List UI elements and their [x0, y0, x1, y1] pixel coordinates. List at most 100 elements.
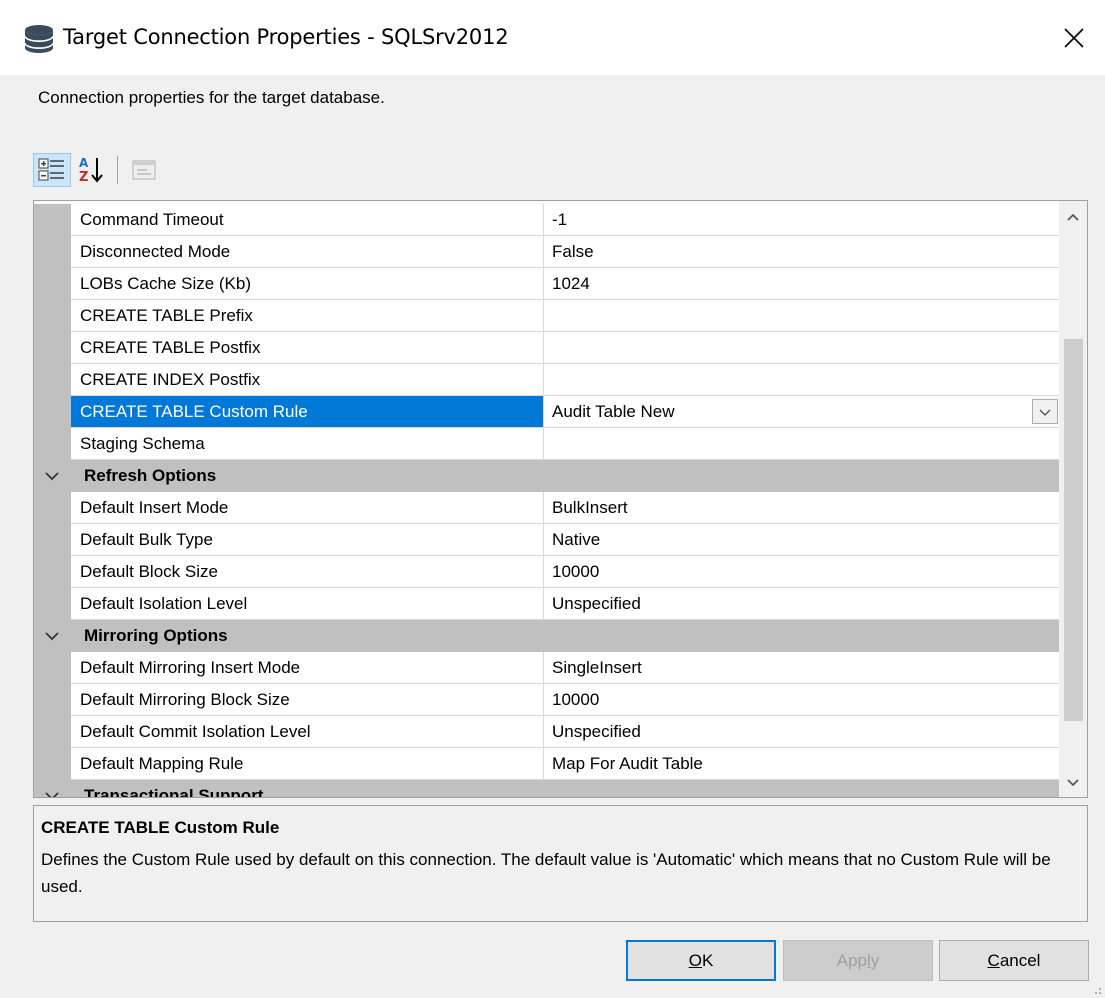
property-value[interactable]: 10000: [544, 684, 1059, 716]
property-row-default-mapping-rule[interactable]: Default Mapping Rule Map For Audit Table: [34, 748, 1059, 780]
help-description: Defines the Custom Rule used by default …: [41, 850, 1051, 896]
dialog-description: Connection properties for the target dat…: [38, 88, 385, 107]
row-gutter: [34, 268, 71, 300]
property-value[interactable]: [544, 428, 1059, 460]
property-name: Command Timeout: [71, 204, 544, 236]
ok-button[interactable]: OK: [626, 940, 776, 981]
property-value-text: Audit Table New: [552, 402, 675, 421]
property-value[interactable]: Map For Audit Table: [544, 748, 1059, 780]
property-row-default-mirroring-block-size[interactable]: Default Mirroring Block Size 10000: [34, 684, 1059, 716]
collapse-chevron-icon[interactable]: [42, 626, 62, 646]
alphabetical-button[interactable]: A Z: [71, 152, 111, 188]
scrollbar-thumb[interactable]: [1064, 339, 1083, 721]
row-gutter: [34, 236, 71, 268]
property-row-default-bulk-type[interactable]: Default Bulk Type Native: [34, 524, 1059, 556]
property-row-staging-schema[interactable]: Staging Schema: [34, 428, 1059, 460]
ok-mnemonic: O: [688, 950, 702, 970]
property-row-default-insert-mode[interactable]: Default Insert Mode BulkInsert: [34, 492, 1059, 524]
property-name: CREATE TABLE Custom Rule: [71, 396, 544, 428]
svg-text:A: A: [79, 156, 89, 170]
title-bar: Target Connection Properties - SQLSrv201…: [0, 0, 1105, 75]
property-value[interactable]: Audit Table New: [544, 396, 1059, 428]
property-value[interactable]: [544, 332, 1059, 364]
apply-label-rest: y: [870, 950, 880, 970]
cancel-button[interactable]: Cancel: [939, 940, 1089, 981]
ok-label-rest: K: [701, 950, 714, 970]
property-value[interactable]: 1024: [544, 268, 1059, 300]
apply-button[interactable]: Apply: [783, 940, 933, 981]
property-row-default-block-size[interactable]: Default Block Size 10000: [34, 556, 1059, 588]
value-dropdown-button[interactable]: [1032, 399, 1058, 424]
resize-grip-icon[interactable]: [1089, 982, 1103, 996]
category-refresh-options[interactable]: Refresh Options: [34, 460, 1059, 492]
property-name: CREATE TABLE Postfix: [71, 332, 544, 364]
cancel-label-rest: ancel: [999, 950, 1041, 970]
property-row-create-table-custom-rule[interactable]: CREATE TABLE Custom Rule Audit Table New: [34, 396, 1059, 428]
property-value[interactable]: Unspecified: [544, 716, 1059, 748]
row-gutter: [34, 396, 71, 428]
row-gutter: [34, 684, 71, 716]
row-gutter: [34, 556, 71, 588]
property-name: Default Block Size: [71, 556, 544, 588]
vertical-scrollbar[interactable]: [1059, 201, 1087, 797]
row-gutter: [34, 300, 71, 332]
chevron-down-icon: [1039, 409, 1051, 416]
property-name: CREATE TABLE Prefix: [71, 300, 544, 332]
property-row-create-index-postfix[interactable]: CREATE INDEX Postfix: [34, 364, 1059, 396]
property-name: Staging Schema: [71, 428, 544, 460]
row-gutter: [34, 524, 71, 556]
window-title: Target Connection Properties - SQLSrv201…: [63, 25, 509, 49]
category-transactional-support[interactable]: Transactional Support: [34, 780, 1059, 798]
property-value[interactable]: -1: [544, 204, 1059, 236]
help-title: CREATE TABLE Custom Rule: [41, 818, 280, 837]
chevron-down-icon: [1067, 779, 1079, 787]
property-row-create-table-postfix[interactable]: CREATE TABLE Postfix: [34, 332, 1059, 364]
category-mirroring-options[interactable]: Mirroring Options: [34, 620, 1059, 652]
property-row-command-timeout[interactable]: Command Timeout -1: [34, 204, 1059, 236]
scroll-up-button[interactable]: [1059, 203, 1087, 231]
dialog-window: Target Connection Properties - SQLSrv201…: [0, 0, 1105, 998]
close-button[interactable]: [1050, 14, 1098, 62]
row-gutter: [34, 748, 71, 780]
category-label: Refresh Options: [84, 466, 217, 485]
property-grid[interactable]: Command Timeout -1 Disconnected Mode Fal…: [33, 200, 1088, 798]
property-row-default-mirroring-insert-mode[interactable]: Default Mirroring Insert Mode SingleInse…: [34, 652, 1059, 684]
property-value[interactable]: Native: [544, 524, 1059, 556]
property-value[interactable]: [544, 300, 1059, 332]
property-value[interactable]: False: [544, 236, 1059, 268]
apply-label-prefix: App: [836, 950, 867, 970]
row-gutter: [34, 332, 71, 364]
property-pages-button[interactable]: [124, 152, 164, 188]
database-icon: [22, 24, 56, 54]
ok-button-label: OK: [689, 951, 714, 971]
property-row-lobs-cache-size[interactable]: LOBs Cache Size (Kb) 1024: [34, 268, 1059, 300]
property-value[interactable]: 10000: [544, 556, 1059, 588]
property-name: Default Commit Isolation Level: [71, 716, 544, 748]
cancel-button-label: Cancel: [988, 951, 1041, 971]
property-name: LOBs Cache Size (Kb): [71, 268, 544, 300]
property-name: CREATE INDEX Postfix: [71, 364, 544, 396]
property-row-disconnected-mode[interactable]: Disconnected Mode False: [34, 236, 1059, 268]
apply-button-label: Apply: [837, 951, 880, 971]
property-name: Default Mirroring Block Size: [71, 684, 544, 716]
property-pages-icon: [132, 160, 156, 180]
cancel-mnemonic: C: [987, 950, 1000, 970]
property-value[interactable]: Unspecified: [544, 588, 1059, 620]
categorized-button[interactable]: [33, 153, 71, 187]
row-gutter: [34, 204, 71, 236]
categorized-icon: [38, 158, 64, 181]
property-value[interactable]: BulkInsert: [544, 492, 1059, 524]
collapse-chevron-icon[interactable]: [42, 786, 62, 798]
property-row-default-isolation-level[interactable]: Default Isolation Level Unspecified: [34, 588, 1059, 620]
help-panel: CREATE TABLE Custom Rule Defines the Cus…: [33, 805, 1088, 922]
row-gutter: [34, 716, 71, 748]
scroll-down-button[interactable]: [1059, 769, 1087, 797]
property-value[interactable]: [544, 364, 1059, 396]
property-toolbar: A Z: [33, 152, 164, 188]
property-name: Default Isolation Level: [71, 588, 544, 620]
property-row-default-commit-isolation-level[interactable]: Default Commit Isolation Level Unspecifi…: [34, 716, 1059, 748]
property-value[interactable]: SingleInsert: [544, 652, 1059, 684]
property-row-create-table-prefix[interactable]: CREATE TABLE Prefix: [34, 300, 1059, 332]
row-gutter: [34, 652, 71, 684]
collapse-chevron-icon[interactable]: [42, 466, 62, 486]
